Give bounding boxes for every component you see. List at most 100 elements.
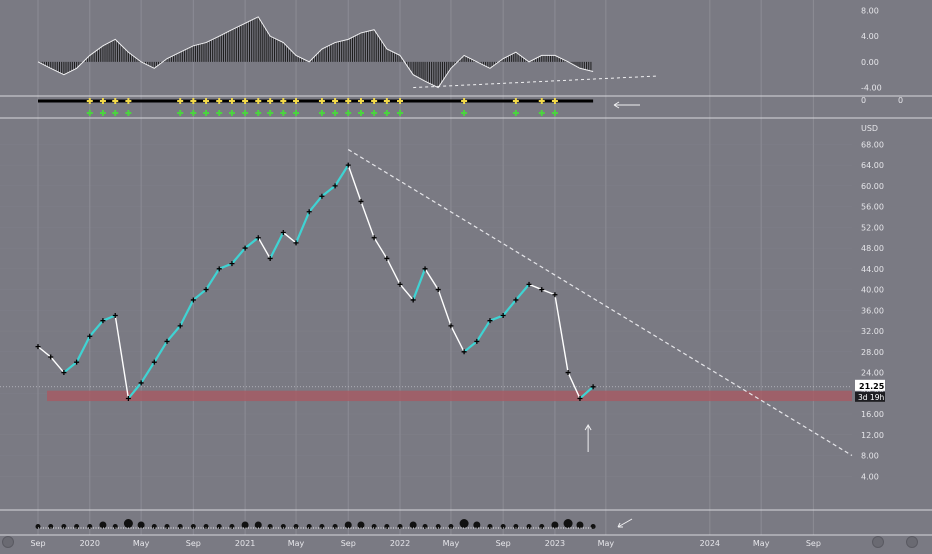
time-tick-label: May bbox=[753, 539, 770, 548]
green-signal-mark bbox=[125, 110, 132, 116]
green-signal-mark bbox=[112, 110, 119, 116]
time-tick-label: Sep bbox=[186, 539, 201, 548]
uptrend-segment bbox=[218, 262, 233, 270]
uptrend-segment bbox=[502, 299, 517, 317]
price-tick-label: 8.00 bbox=[861, 452, 879, 461]
price-tick-label: 52.00 bbox=[861, 223, 884, 232]
yellow-signal-mark bbox=[332, 98, 339, 104]
price-tick-label: 16.00 bbox=[861, 410, 884, 419]
uptrend-segment bbox=[166, 325, 182, 343]
time-tick-label: Sep bbox=[30, 539, 45, 548]
signal-annotation-arrow bbox=[613, 101, 640, 109]
yellow-signal-mark bbox=[203, 98, 210, 104]
oscillator-tick-label: 4.00 bbox=[861, 32, 879, 41]
countdown-label: 3d 19h bbox=[858, 393, 884, 402]
yellow-signal-mark bbox=[242, 98, 249, 104]
price-tick-label: 44.00 bbox=[861, 265, 884, 274]
price-tick-label: 64.00 bbox=[861, 161, 884, 170]
price-tick-label: 32.00 bbox=[861, 327, 884, 336]
volume-dot bbox=[241, 521, 249, 529]
green-signal-mark bbox=[99, 110, 106, 116]
uptrend-segment bbox=[205, 268, 221, 291]
uptrend-segment bbox=[412, 268, 427, 301]
yellow-signal-mark bbox=[280, 98, 287, 104]
green-signal-mark bbox=[383, 110, 390, 116]
oscillator-tick-label: 0.00 bbox=[861, 58, 879, 67]
green-signal-mark bbox=[332, 110, 339, 116]
time-tick-label: 2023 bbox=[545, 539, 565, 548]
volume-dot bbox=[563, 519, 573, 528]
price-axis-currency: USD bbox=[861, 124, 878, 133]
green-signal-mark bbox=[357, 110, 364, 116]
volume-dot bbox=[99, 521, 107, 529]
down-trendline bbox=[347, 149, 853, 457]
yellow-signal-mark bbox=[99, 98, 106, 104]
price-marker bbox=[539, 287, 545, 293]
price-marker bbox=[552, 292, 558, 298]
green-signal-mark bbox=[280, 110, 287, 116]
green-signal-mark bbox=[203, 110, 210, 116]
signal-tick-label: 0 bbox=[898, 96, 903, 105]
green-signal-mark bbox=[86, 110, 93, 116]
uptrend-segment bbox=[231, 247, 246, 265]
green-signal-mark bbox=[551, 110, 558, 116]
price-marker bbox=[565, 370, 571, 376]
volume-dot bbox=[123, 519, 133, 528]
chart-root[interactable]: Sep 2020 May Sep 2021 May Sep 2022 May Sep 2023 May… bbox=[0, 0, 932, 550]
yellow-signal-mark bbox=[371, 98, 378, 104]
uptrend-segment bbox=[75, 335, 91, 363]
yellow-signal-mark bbox=[112, 98, 119, 104]
volume-dot bbox=[459, 519, 469, 528]
chart-gear-icon[interactable] bbox=[906, 536, 918, 548]
price-tick-label: 48.00 bbox=[861, 244, 884, 253]
volume-dot bbox=[254, 521, 262, 529]
yellow-signal-mark bbox=[293, 98, 300, 104]
green-signal-mark bbox=[267, 110, 274, 116]
volume-dot bbox=[576, 521, 584, 529]
oscillator-tick-label: -4.00 bbox=[861, 84, 882, 93]
uptrend-segment bbox=[489, 314, 504, 322]
chart-settings-icon[interactable] bbox=[2, 536, 14, 548]
price-tick-label: 24.00 bbox=[861, 369, 884, 378]
uptrend-segment bbox=[463, 340, 478, 353]
oscillator-trendline bbox=[413, 75, 659, 89]
green-signal-mark bbox=[228, 110, 235, 116]
time-tick-label: May bbox=[288, 539, 305, 548]
uptrend-segment bbox=[269, 232, 285, 259]
yellow-signal-mark bbox=[177, 98, 184, 104]
volume-dot bbox=[473, 521, 481, 529]
uptrend-segment bbox=[321, 184, 336, 198]
yellow-signal-mark bbox=[255, 98, 262, 104]
green-signal-mark bbox=[345, 110, 352, 116]
support-zone bbox=[47, 390, 852, 402]
green-signal-mark bbox=[293, 110, 300, 116]
price-marker bbox=[448, 323, 454, 329]
green-signal-mark bbox=[177, 110, 184, 116]
yellow-signal-mark bbox=[357, 98, 364, 104]
uptrend-segment bbox=[308, 195, 323, 213]
price-series-line bbox=[37, 163, 594, 401]
price-tick-label: 28.00 bbox=[861, 348, 884, 357]
yellow-signal-mark bbox=[512, 98, 519, 104]
uptrend-segment bbox=[244, 236, 259, 249]
uptrend-segment bbox=[334, 164, 350, 187]
uptrend-segment bbox=[63, 361, 78, 374]
price-tick-label: 56.00 bbox=[861, 203, 884, 212]
uptrend-segment bbox=[102, 314, 116, 322]
price-tick-label: 68.00 bbox=[861, 140, 884, 149]
green-signal-mark bbox=[216, 110, 223, 116]
chart-canvas[interactable]: Sep 2020 May Sep 2021 May Sep 2022 May Sep 2023 May… bbox=[0, 0, 932, 550]
time-tick-label: 2020 bbox=[80, 539, 100, 548]
yellow-signal-mark bbox=[125, 98, 132, 104]
time-tick-label: May bbox=[598, 539, 615, 548]
price-tick-label: 4.00 bbox=[861, 472, 879, 481]
volume-dot bbox=[344, 521, 352, 529]
green-signal-mark bbox=[397, 110, 404, 116]
price-tick-label: 12.00 bbox=[861, 431, 884, 440]
green-signal-mark bbox=[461, 110, 468, 116]
axis-layer: Sep 2020 May Sep 2021 May Sep 2022 May Sep 2023 May… bbox=[30, 6, 903, 548]
price-marker bbox=[358, 198, 364, 204]
green-signal-mark bbox=[371, 110, 378, 116]
yellow-signal-mark bbox=[86, 98, 93, 104]
chart-scale-icon[interactable] bbox=[872, 536, 884, 548]
